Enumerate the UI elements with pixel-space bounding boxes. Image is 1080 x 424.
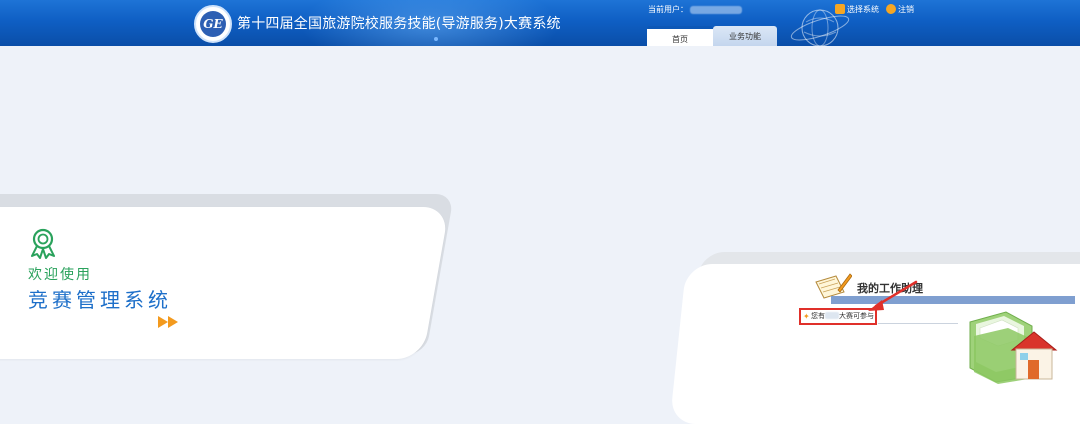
welcome-text: 欢迎使用 [28,267,92,283]
bullet-icon: ✦ [803,312,810,321]
award-ribbon-icon [31,228,55,259]
home-folder-icon [969,311,1058,384]
system-name: 竞赛管理系统 [28,288,172,312]
switch-icon [835,4,845,14]
double-arrow-icon[interactable] [158,316,180,328]
logout-link[interactable]: 注销 [886,4,914,15]
notice-count-redacted [825,312,839,319]
select-system-label: 选择系统 [847,5,879,14]
notice-prefix: 您有 [811,312,825,320]
logo-mark: GE [200,11,226,37]
current-user-name-redacted [690,5,742,14]
header-decoration-dot [434,37,438,41]
notice-divider [878,323,958,324]
tab-home[interactable]: 首页 [647,26,713,46]
tab-business-functions[interactable]: 业务功能 [713,26,777,46]
top-header: GE 第十四届全国旅游院校服务技能(导游服务)大赛系统 当前用户： 首页 业务功… [0,0,1080,46]
logout-icon [886,4,896,14]
current-user: 当前用户： [648,4,742,15]
logout-label: 注销 [898,5,914,14]
select-system-link[interactable]: 选择系统 [835,4,879,15]
red-annotation-arrow [868,280,918,311]
current-user-label: 当前用户： [648,5,688,14]
app-title: 第十四届全国旅游院校服务技能(导游服务)大赛系统 [237,16,561,32]
logo: GE [194,5,232,43]
